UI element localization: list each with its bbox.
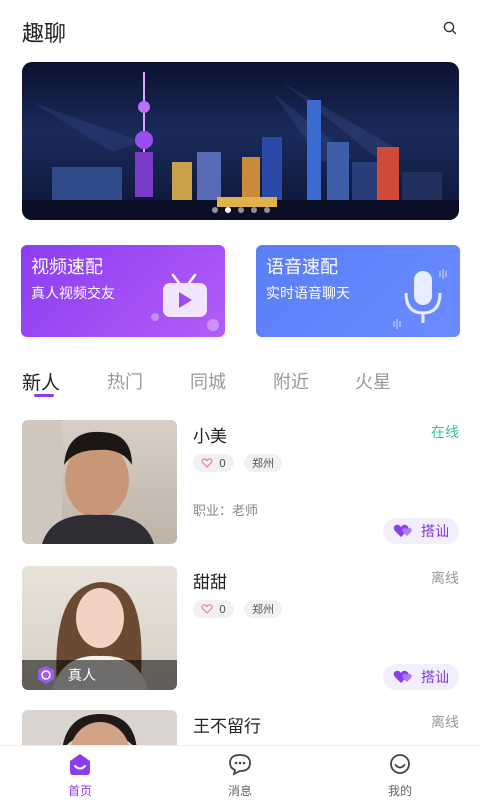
nav-profile-label: 我的: [387, 784, 412, 798]
user-name: 小美: [193, 427, 227, 447]
user-list-item[interactable]: 小美 在线 0 郑州 职业：老师 搭讪: [22, 420, 459, 546]
verified-shield-icon: [38, 666, 54, 684]
status-badge: 离线: [431, 715, 459, 731]
nav-profile[interactable]: 我的: [360, 752, 440, 799]
app-title: 趣聊: [22, 22, 67, 47]
hearts-icon: [393, 670, 412, 683]
tab-same-city[interactable]: 同城: [190, 368, 226, 394]
hearts-icon: [393, 524, 412, 537]
tab-new[interactable]: 新人: [22, 368, 60, 395]
likes-badge: 0: [193, 600, 234, 618]
heart-icon: [201, 458, 213, 468]
carousel-dot[interactable]: [250, 207, 257, 213]
chat-up-label: 搭讪: [421, 524, 449, 540]
avatar[interactable]: 真人: [22, 566, 177, 690]
likes-count: 0: [219, 456, 226, 470]
likes-count: 0: [219, 602, 226, 616]
likes-badge: 0: [193, 454, 234, 472]
status-badge: 离线: [431, 571, 459, 587]
nav-messages-label: 消息: [227, 784, 252, 798]
user-name: 王不留行: [193, 717, 261, 737]
city-badge: 郑州: [244, 454, 282, 472]
carousel-dot[interactable]: [224, 207, 231, 213]
tab-hot[interactable]: 热门: [107, 368, 143, 394]
message-icon: [229, 754, 251, 776]
voice-match-card[interactable]: 语音速配 实时语音聊天: [256, 245, 460, 337]
nav-home-label: 首页: [67, 784, 92, 798]
banner-carousel[interactable]: [22, 62, 459, 220]
search-icon[interactable]: [442, 20, 458, 36]
tab-nearby[interactable]: 附近: [273, 368, 309, 394]
active-tab-indicator: [34, 394, 54, 397]
nav-home[interactable]: 首页: [40, 752, 120, 799]
profile-icon: [390, 754, 410, 774]
user-name: 甜甜: [193, 573, 227, 593]
nav-messages[interactable]: 消息: [200, 752, 280, 799]
city-skyline-image: [22, 72, 459, 220]
city-badge: 郑州: [244, 600, 282, 618]
microphone-icon: [393, 269, 447, 329]
carousel-dots: [22, 207, 459, 213]
status-badge: 在线: [431, 425, 459, 441]
tv-icon: [151, 273, 219, 331]
video-match-subtitle: 真人视频交友: [31, 286, 115, 302]
avatar[interactable]: [22, 420, 177, 544]
user-list-item[interactable]: 真人 甜甜 离线 0 郑州 搭讪: [22, 566, 459, 692]
chat-up-label: 搭讪: [421, 670, 449, 686]
carousel-dot[interactable]: [237, 207, 244, 213]
home-icon: [70, 754, 90, 775]
user-job: 职业：老师: [193, 504, 259, 519]
heart-icon: [201, 604, 213, 614]
chat-up-button[interactable]: 搭讪: [383, 664, 459, 690]
category-tabs: 新人 热门 同城 附近 火星: [22, 368, 462, 402]
voice-match-title: 语音速配: [266, 257, 338, 278]
carousel-dot[interactable]: [211, 207, 218, 213]
video-match-title: 视频速配: [31, 257, 103, 278]
header: 趣聊: [0, 0, 480, 60]
video-match-card[interactable]: 视频速配 真人视频交友: [21, 245, 225, 337]
bottom-nav: 首页 消息 我的: [0, 745, 480, 800]
tab-mars[interactable]: 火星: [355, 368, 391, 394]
chat-up-button[interactable]: 搭讪: [383, 518, 459, 544]
voice-match-subtitle: 实时语音聊天: [266, 286, 350, 302]
carousel-dot[interactable]: [263, 207, 270, 213]
verified-label: 真人: [68, 668, 96, 684]
verified-badge: 真人: [22, 660, 177, 690]
